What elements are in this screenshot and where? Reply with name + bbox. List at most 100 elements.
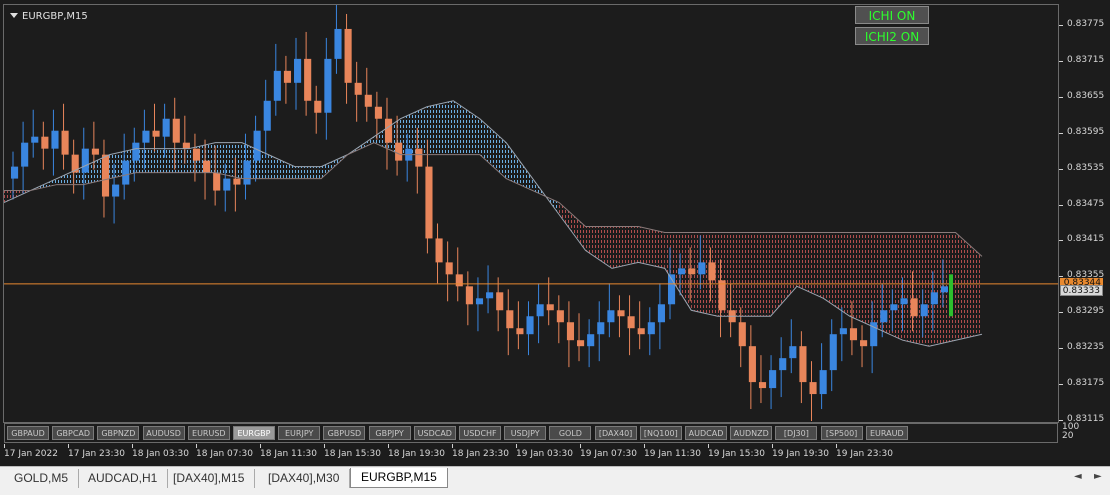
- price-tick: 0.83535: [1058, 162, 1105, 173]
- price-tick: 0.83715: [1058, 54, 1105, 65]
- symbol-button[interactable]: [SP500]: [820, 426, 863, 440]
- candle-body: [607, 310, 615, 323]
- symbol-button[interactable]: EURJPY: [278, 426, 321, 440]
- candle-body: [900, 298, 908, 305]
- candle-body: [91, 148, 99, 155]
- chart-tab[interactable]: EURGBP,M15: [350, 468, 448, 488]
- candle-body: [738, 322, 746, 347]
- candle-body: [364, 94, 372, 107]
- candle-body: [314, 100, 322, 113]
- candle-body: [536, 304, 544, 317]
- dropdown-triangle-icon[interactable]: [10, 13, 18, 18]
- candle-body: [81, 148, 89, 173]
- tab-scroll-left-icon[interactable]: ◄: [1074, 471, 1082, 482]
- ichimoku-cloud-segment: [426, 100, 454, 155]
- symbol-button[interactable]: GBPAUD: [7, 426, 49, 440]
- candle-body: [597, 322, 605, 335]
- candle-body: [445, 262, 453, 275]
- symbol-button[interactable]: USDCHF: [459, 426, 501, 440]
- candle-body: [455, 274, 463, 287]
- symbol-button[interactable]: USDJPY: [504, 426, 547, 440]
- price-tick: 0.83595: [1058, 126, 1105, 137]
- ichi2-on-button[interactable]: ICHI2 ON: [855, 27, 929, 45]
- candle-body: [51, 130, 59, 149]
- candle-body: [142, 130, 150, 143]
- chart-tab[interactable]: [DAX40],M15: [163, 469, 256, 488]
- candle-body: [263, 100, 271, 131]
- candle-body: [172, 118, 180, 143]
- chart-area[interactable]: EURGBP,M15 ICHI ON ICHI2 ON: [3, 4, 1059, 423]
- candle-body: [496, 292, 504, 311]
- candle-body: [223, 178, 231, 191]
- symbol-button[interactable]: GOLD: [549, 426, 592, 440]
- candle-body: [374, 106, 382, 119]
- symbol-button[interactable]: EURAUD: [865, 426, 908, 440]
- candle-body: [819, 370, 827, 395]
- candle-body: [435, 238, 443, 263]
- candle-body: [779, 358, 787, 371]
- symbol-button[interactable]: AUDUSD: [142, 426, 185, 440]
- candle-body: [41, 136, 49, 149]
- chart-tab[interactable]: [DAX40],M30: [258, 469, 351, 488]
- candle-body: [132, 142, 140, 161]
- candle-body: [920, 304, 928, 317]
- ichi-on-button[interactable]: ICHI ON: [855, 6, 929, 24]
- symbol-button[interactable]: GBPJPY: [368, 426, 411, 440]
- time-tick: 18 Jan 19:30: [388, 444, 445, 459]
- candle-body: [273, 70, 281, 101]
- candle-body: [253, 130, 261, 161]
- symbol-button[interactable]: [DJ30]: [775, 426, 818, 440]
- price-tick: 0.83175: [1058, 378, 1105, 389]
- symbol-button[interactable]: EURGBP: [233, 426, 275, 440]
- candle-body: [465, 286, 473, 305]
- candle-body: [122, 160, 130, 185]
- candle-body: [192, 148, 201, 161]
- candle-body: [657, 304, 665, 323]
- price-tick: 0.83475: [1058, 198, 1105, 209]
- candle-body: [344, 28, 352, 83]
- candle-body: [587, 334, 595, 347]
- ichimoku-cloud-segment: [770, 232, 797, 317]
- candle-body: [112, 184, 120, 197]
- ichimoku-cloud-segment: [479, 118, 507, 179]
- time-tick: 19 Jan 23:30: [836, 444, 893, 459]
- candle-body: [334, 28, 342, 59]
- price-tick: 0.83655: [1058, 90, 1105, 101]
- chart-tab[interactable]: AUDCAD,H1: [78, 469, 169, 488]
- symbol-button[interactable]: AUDCAD: [685, 426, 727, 440]
- candle-body: [860, 340, 868, 347]
- candle-body: [708, 262, 716, 281]
- ichimoku-cloud-segment: [876, 232, 903, 341]
- time-tick: 19 Jan 07:30: [580, 444, 637, 459]
- symbol-button[interactable]: [NQ100]: [639, 426, 682, 440]
- time-tick: 19 Jan 19:30: [772, 444, 829, 459]
- symbol-button[interactable]: AUDNZD: [730, 426, 773, 440]
- time-axis: 17 Jan 2022 17 Jan 23:30 18 Jan 03:30 18 Ja…: [0, 444, 1059, 464]
- candle-body: [617, 310, 625, 317]
- time-tick: 19 Jan 03:30: [516, 444, 573, 459]
- candle-body: [213, 172, 221, 191]
- symbol-button[interactable]: GBPNZD: [97, 426, 140, 440]
- candle-body: [203, 160, 211, 173]
- chart-tab[interactable]: GOLD,M5: [4, 469, 80, 488]
- candle-body: [678, 268, 686, 275]
- candle-body: [11, 166, 19, 179]
- symbol-button[interactable]: USDCAD: [413, 426, 456, 440]
- price-chart[interactable]: [4, 5, 1059, 423]
- symbol-label-text: EURGBP,M15: [22, 11, 88, 22]
- candle-body: [354, 82, 362, 95]
- tab-scroll-right-icon[interactable]: ►: [1094, 471, 1102, 482]
- symbol-button[interactable]: GBPUSD: [323, 426, 366, 440]
- symbol-button[interactable]: EURUSD: [187, 426, 230, 440]
- time-tick: 18 Jan 03:30: [132, 444, 189, 459]
- symbol-button[interactable]: [DAX40]: [594, 426, 637, 440]
- symbol-timeframe-label[interactable]: EURGBP,M15: [10, 11, 88, 22]
- ichimoku-cloud-segment: [744, 232, 771, 317]
- candle-body: [526, 316, 534, 335]
- candle-body: [21, 142, 29, 167]
- candle-body: [748, 346, 756, 383]
- price-tick: 0.83415: [1058, 234, 1105, 245]
- candle-body: [698, 262, 706, 275]
- candle-body: [556, 310, 564, 323]
- symbol-button[interactable]: GBPCAD: [52, 426, 95, 440]
